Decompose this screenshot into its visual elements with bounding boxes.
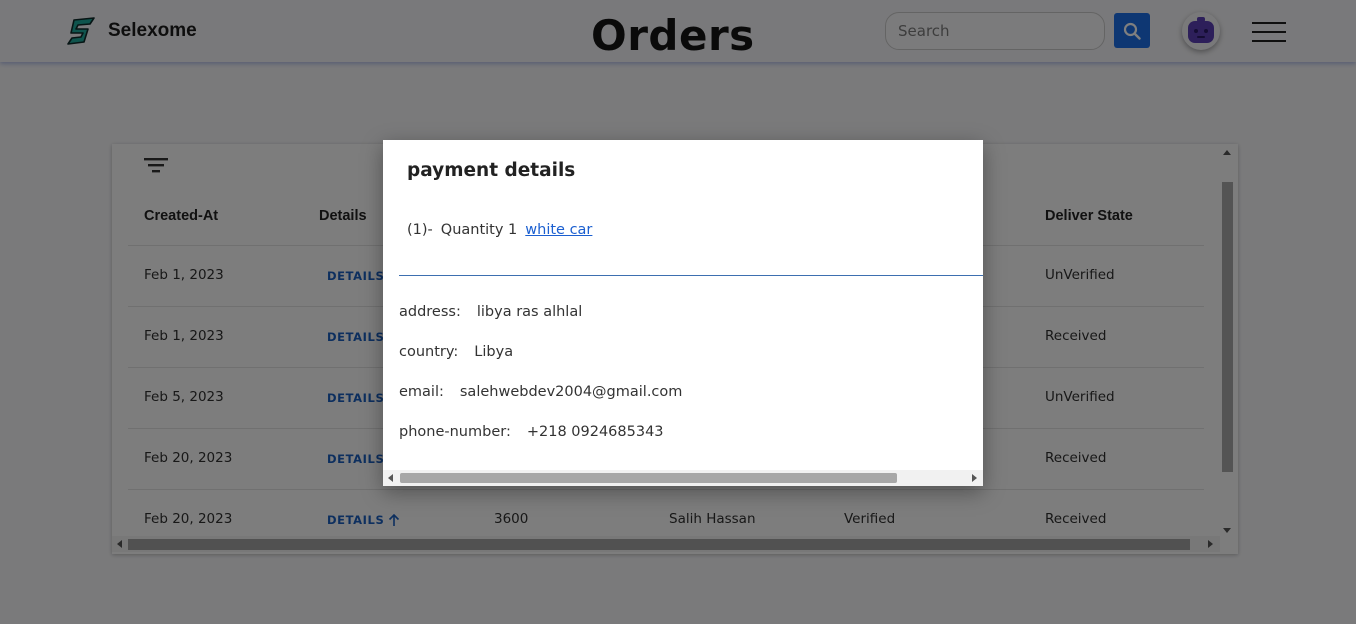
modal-divider <box>399 275 983 276</box>
country-value: Libya <box>474 344 514 360</box>
email-value: salehwebdev2004@gmail.com <box>459 384 683 400</box>
country-label: country: <box>399 344 459 360</box>
phone-value: +218 0924685343 <box>526 424 664 440</box>
address-value: libya ras alhlal <box>476 304 583 320</box>
address-label: address: <box>399 304 461 320</box>
order-item-line: (1)- Quantity 1 white car <box>407 222 592 238</box>
scroll-left-arrow-icon[interactable] <box>388 474 393 482</box>
modal-scroll-thumb[interactable] <box>400 473 897 483</box>
product-link[interactable]: white car <box>525 222 592 238</box>
email-label: email: <box>399 384 444 400</box>
scroll-right-arrow-icon[interactable] <box>972 474 977 482</box>
email-row: email: salehwebdev2004@gmail.com <box>399 384 682 400</box>
modal-title: payment details <box>407 160 576 181</box>
order-index: (1)- <box>407 222 433 238</box>
phone-label: phone-number: <box>399 424 511 440</box>
phone-row: phone-number: +218 0924685343 <box>399 424 664 440</box>
order-quantity: Quantity 1 <box>440 222 518 238</box>
payment-details-modal: payment details (1)- Quantity 1 white ca… <box>383 140 983 486</box>
address-row: address: libya ras alhlal <box>399 304 582 320</box>
country-row: country: Libya <box>399 344 513 360</box>
modal-horizontal-scrollbar[interactable] <box>383 470 983 486</box>
